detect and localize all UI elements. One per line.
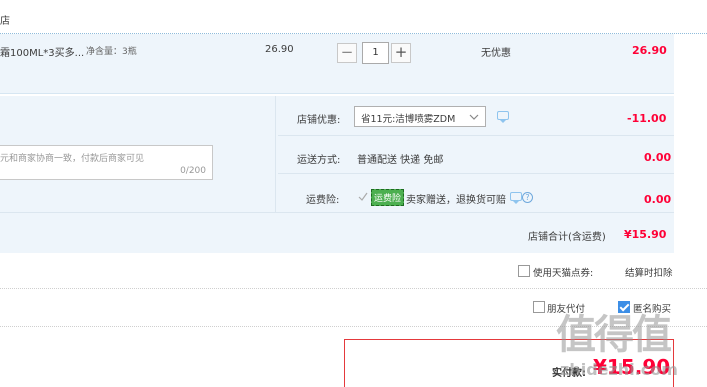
chat-bubble-icon[interactable] <box>497 111 509 123</box>
store-total-label: 店铺合计(含运费) <box>528 232 606 243</box>
quantity-minus-button[interactable]: − <box>337 43 357 63</box>
memo-field[interactable]: 元和商家协商一致，付款后商家可见 0/200 <box>0 145 213 180</box>
memo-placeholder: 元和商家协商一致，付款后商家可见 <box>0 154 145 164</box>
shipping-value: 0.00 <box>644 151 672 164</box>
tmall-points-checkbox[interactable] <box>518 265 530 277</box>
insurance-badge: 运费险 <box>371 189 405 206</box>
insurance-description: 卖家赠送，退换货可赔 <box>406 195 506 206</box>
item-title[interactable]: 霜100ML*3买多... <box>0 44 84 59</box>
shipping-method: 普通配送 快递 免邮 <box>357 155 444 166</box>
order-summary: 元和商家协商一致，付款后商家可见 0/200 店铺优惠: 省11元:洁博喷雾ZD… <box>0 96 674 253</box>
quantity-plus-button[interactable]: + <box>391 43 411 63</box>
tmall-points-row: 使用天猫点券: 结算时扣除 <box>0 253 707 289</box>
shipping-label: 运送方式: <box>297 155 341 166</box>
watermark-domain: zhidezhi.com <box>560 360 678 379</box>
check-icon <box>358 192 368 201</box>
item-discount: 无优惠 <box>481 48 511 59</box>
memo-panel: 元和商家协商一致，付款后商家可见 0/200 <box>0 96 276 212</box>
tmall-points-label: 使用天猫点券: <box>533 268 594 279</box>
item-row: 霜100ML*3买多... 净含量：3瓶 26.90 − 1 + 无优惠 26.… <box>0 34 674 94</box>
store-discount-value: -11.00 <box>627 112 667 125</box>
friend-pay-checkbox[interactable] <box>533 301 545 313</box>
store-header-row: 店 <box>0 0 707 34</box>
quantity-input[interactable]: 1 <box>362 42 389 64</box>
chevron-down-icon <box>469 114 479 120</box>
memo-counter: 0/200 <box>180 166 206 176</box>
store-discount-selected: 省11元:洁博喷雾ZDM <box>361 114 456 125</box>
store-discount-select[interactable]: 省11元:洁博喷雾ZDM <box>354 106 486 127</box>
divider <box>278 135 674 136</box>
item-subtotal: 26.90 <box>632 44 667 57</box>
store-total-row: 店铺合计(含运费) ¥15.90 <box>0 212 674 253</box>
store-discount-label: 店铺优惠: <box>297 115 341 126</box>
help-icon[interactable]: ? <box>522 192 533 203</box>
insurance-label: 运费险: <box>306 195 340 206</box>
divider <box>278 173 674 174</box>
item-spec: 净含量：3瓶 <box>86 47 137 57</box>
store-total-value: ¥15.90 <box>624 228 667 241</box>
watermark-logo: 值得值 <box>556 311 672 358</box>
store-name[interactable]: 店 <box>0 12 10 27</box>
chat-bubble-icon[interactable] <box>510 192 522 204</box>
insurance-value: 0.00 <box>644 193 672 206</box>
settle-deduct-label: 结算时扣除 <box>625 268 673 279</box>
item-unit-price: 26.90 <box>265 44 294 55</box>
